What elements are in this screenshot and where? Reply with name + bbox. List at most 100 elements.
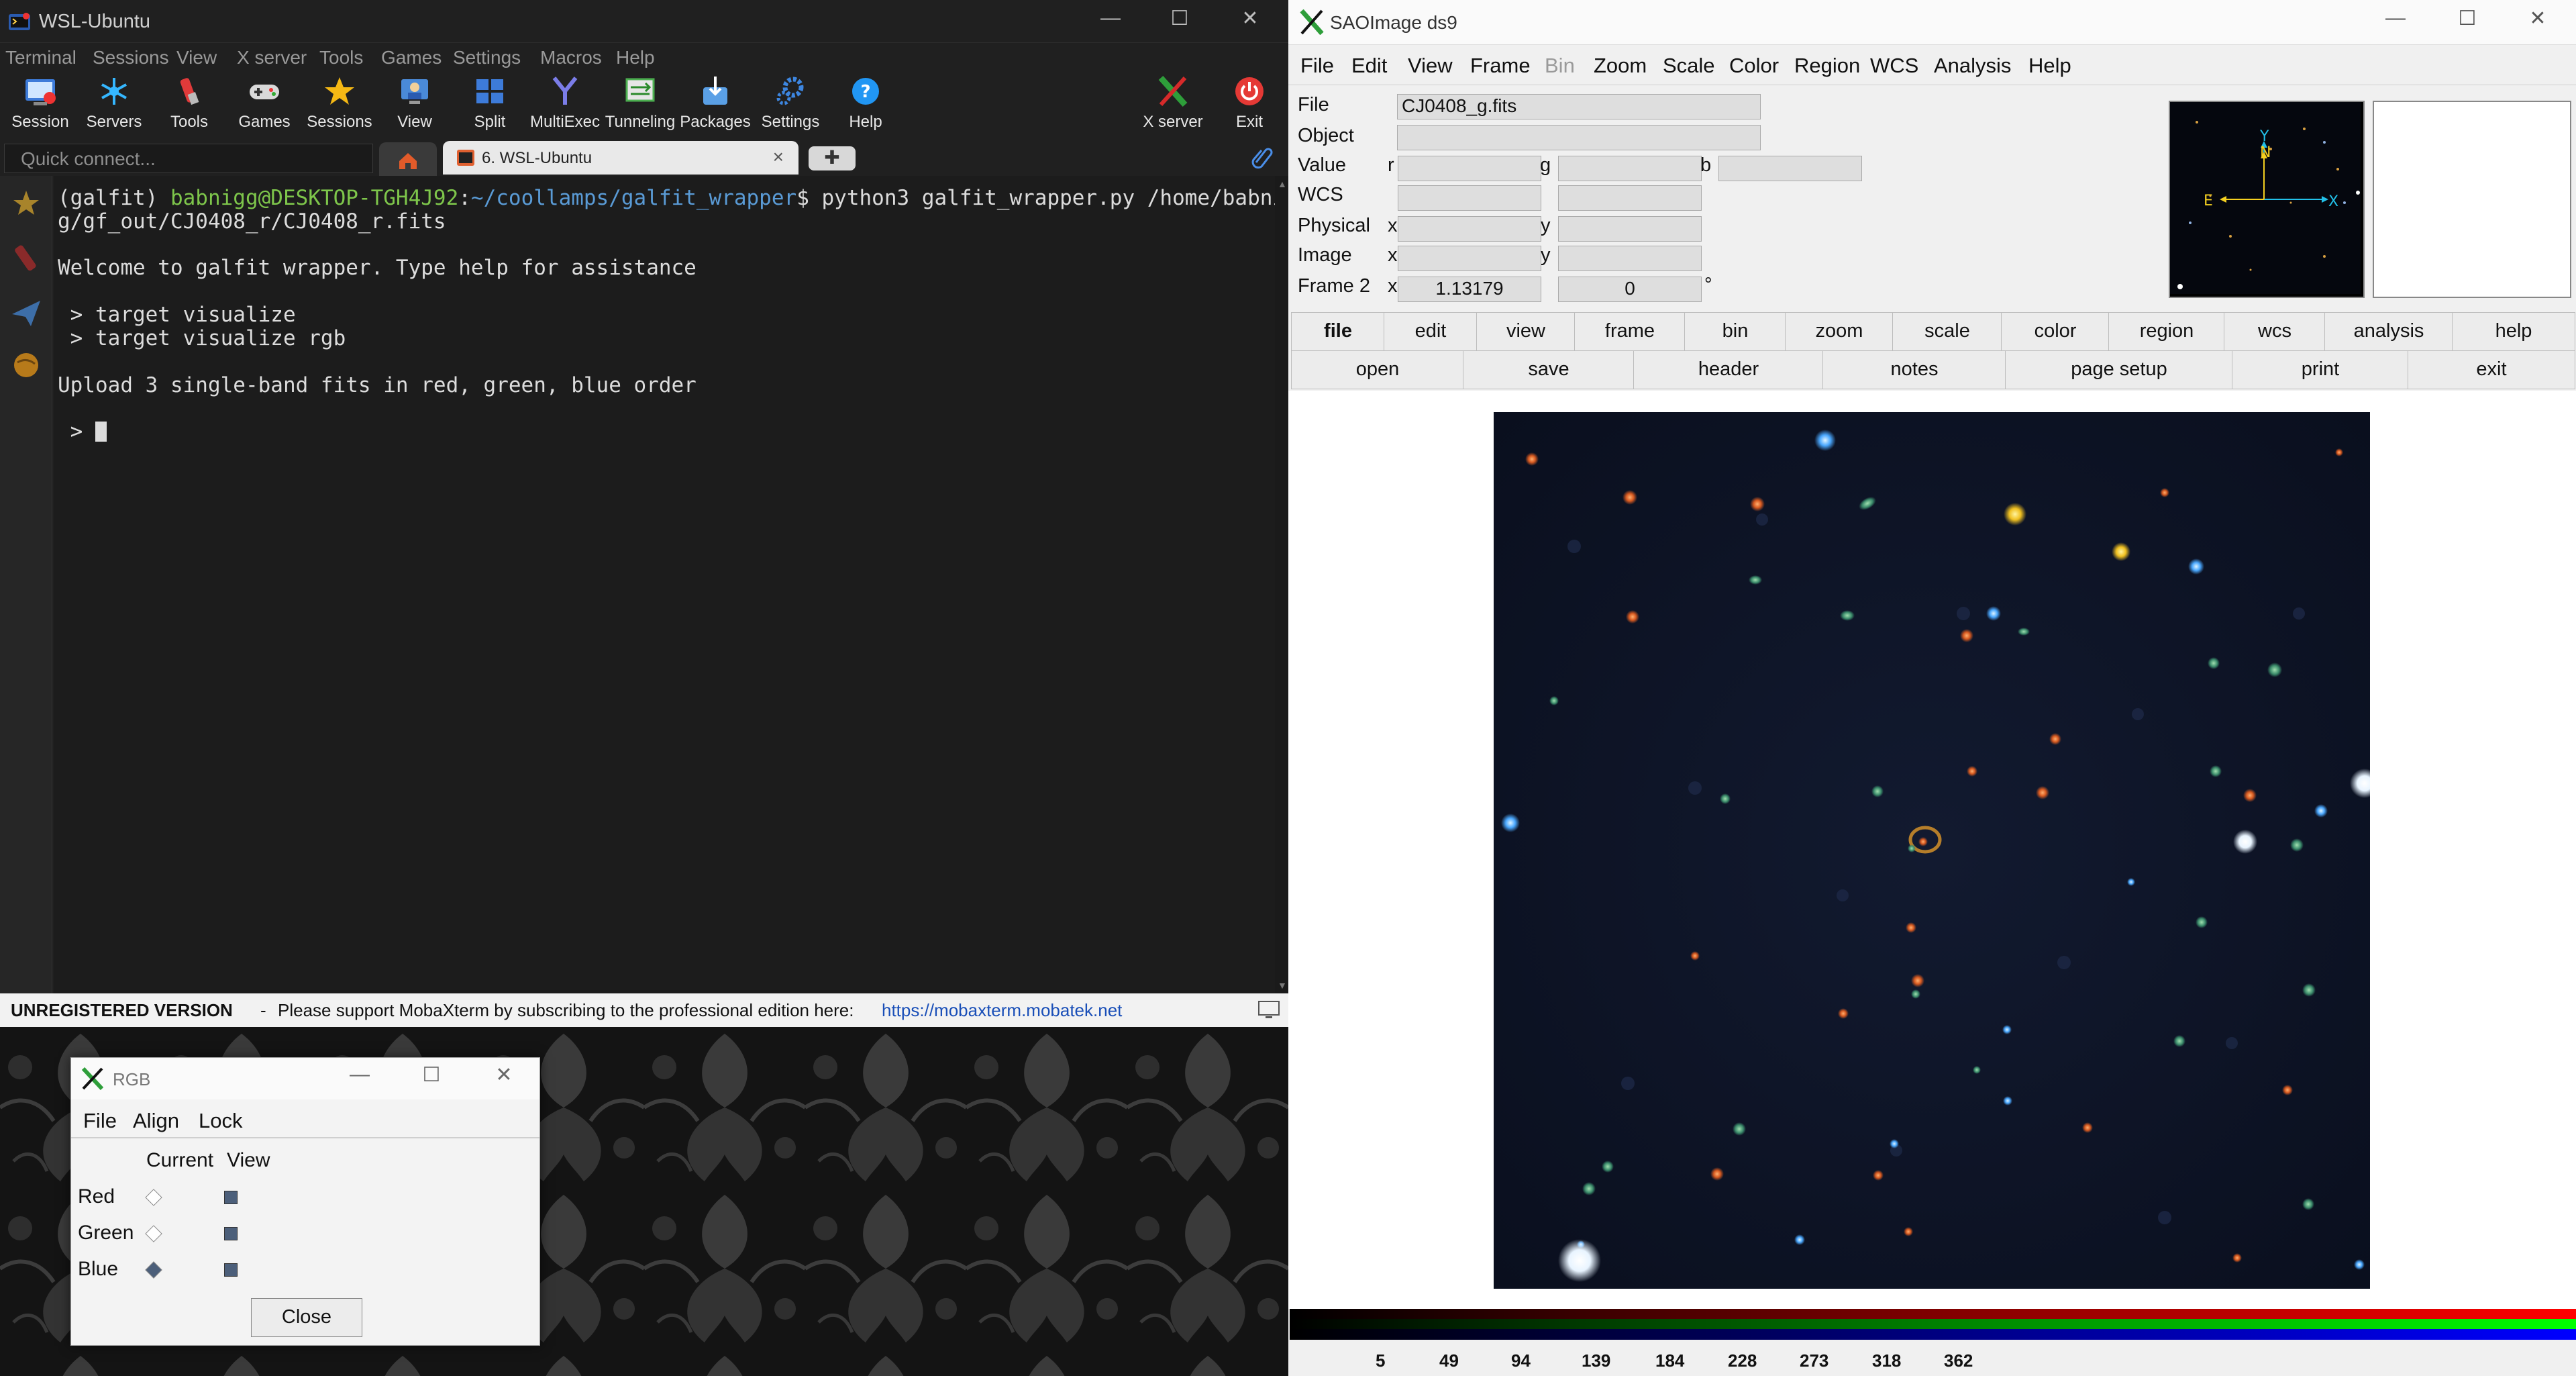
- close-tab-icon[interactable]: ×: [773, 146, 784, 168]
- panner[interactable]: X Y N E: [2169, 101, 2365, 298]
- minimize-icon[interactable]: —: [343, 1063, 376, 1086]
- ds9-titlebar[interactable]: SAOImage ds9 — ☐ ✕: [1288, 0, 2576, 45]
- xserver-button[interactable]: X server: [1135, 72, 1210, 137]
- red-view-check[interactable]: [224, 1191, 238, 1204]
- btn-color[interactable]: color: [2001, 312, 2110, 351]
- btn-print[interactable]: print: [2232, 350, 2409, 389]
- close-icon[interactable]: ✕: [487, 1063, 521, 1087]
- menu-terminal[interactable]: Terminal: [5, 47, 76, 68]
- minimize-icon[interactable]: —: [2375, 7, 2416, 30]
- rgb-menu-lock[interactable]: Lock: [199, 1109, 242, 1133]
- exit-button[interactable]: Exit: [1212, 72, 1287, 137]
- terminal-scrollbar[interactable]: ▲ ▼: [1275, 176, 1288, 993]
- btn-page-setup[interactable]: page setup: [2005, 350, 2233, 389]
- menu-tools[interactable]: Tools: [319, 47, 363, 68]
- ds9-menu-wcs[interactable]: WCS: [1870, 54, 1918, 78]
- servers-button[interactable]: Servers: [76, 72, 152, 137]
- menu-sessions[interactable]: Sessions: [93, 47, 169, 68]
- close-button[interactable]: Close: [251, 1298, 362, 1337]
- close-icon[interactable]: ✕: [1230, 7, 1270, 30]
- sessions-star-icon[interactable]: [4, 183, 48, 226]
- moba-titlebar[interactable]: WSL-Ubuntu — ☐ ✕: [0, 0, 1288, 43]
- ds9-menu-file[interactable]: File: [1300, 54, 1334, 78]
- close-icon[interactable]: ✕: [2518, 7, 2558, 30]
- green-view-check[interactable]: [224, 1227, 238, 1240]
- quick-connect-input[interactable]: Quick connect...: [4, 144, 373, 173]
- rgb-titlebar[interactable]: RGB — ☐ ✕: [71, 1058, 539, 1099]
- btn-help[interactable]: help: [2452, 312, 2575, 351]
- rgb-image[interactable]: [1494, 412, 2370, 1289]
- ds9-menu-analysis[interactable]: Analysis: [1934, 54, 2011, 78]
- paperclip-icon[interactable]: [1248, 144, 1275, 170]
- rgb-title: RGB: [113, 1069, 151, 1089]
- btn-wcs[interactable]: wcs: [2224, 312, 2326, 351]
- tab-label: 6. WSL-Ubuntu: [482, 149, 593, 167]
- btn-frame[interactable]: frame: [1574, 312, 1686, 351]
- settings-button[interactable]: Settings: [753, 72, 828, 137]
- maximize-icon[interactable]: ☐: [1160, 7, 1200, 30]
- ds9-menu-view[interactable]: View: [1408, 54, 1453, 78]
- new-tab-button[interactable]: ✚: [809, 146, 856, 170]
- colorbar[interactable]: [1290, 1309, 2576, 1340]
- value-b-field: [1718, 156, 1862, 181]
- ds9-menu-help[interactable]: Help: [2028, 54, 2071, 78]
- btn-bin[interactable]: bin: [1684, 312, 1786, 351]
- btn-save[interactable]: save: [1463, 350, 1635, 389]
- globe-sidebar-icon[interactable]: [4, 344, 48, 387]
- wcs-field-1: [1398, 185, 1541, 211]
- btn-exit[interactable]: exit: [2408, 350, 2575, 389]
- blue-view-check[interactable]: [224, 1263, 238, 1277]
- tab-wsl-ubuntu[interactable]: 6. WSL-Ubuntu ×: [443, 141, 798, 175]
- ds9-menu-color[interactable]: Color: [1729, 54, 1779, 78]
- rgb-menu-align[interactable]: Align: [133, 1109, 179, 1133]
- menu-macros[interactable]: Macros: [540, 47, 602, 68]
- monitor-icon[interactable]: [1257, 1000, 1280, 1020]
- blue-current-radio[interactable]: [145, 1261, 162, 1279]
- view-button[interactable]: View: [377, 72, 452, 137]
- ds9-menu-edit[interactable]: Edit: [1351, 54, 1387, 78]
- tools-button[interactable]: Tools: [152, 72, 227, 137]
- btn-scale[interactable]: scale: [1892, 312, 2002, 351]
- terminal-area[interactable]: (galfit) babnigg@DESKTOP-TGH4J92:~/cooll…: [54, 176, 1298, 993]
- ds9-menu-bin[interactable]: Bin: [1545, 54, 1575, 78]
- btn-region[interactable]: region: [2108, 312, 2225, 351]
- xserver-icon: [1158, 75, 1188, 107]
- btn-file[interactable]: file: [1291, 312, 1385, 351]
- btn-notes[interactable]: notes: [1822, 350, 2006, 389]
- home-tab[interactable]: [379, 142, 437, 176]
- green-current-radio[interactable]: [145, 1225, 162, 1242]
- ds9-menu-region[interactable]: Region: [1794, 54, 1860, 78]
- btn-open[interactable]: open: [1291, 350, 1464, 389]
- btn-edit[interactable]: edit: [1384, 312, 1478, 351]
- mobaxterm-link[interactable]: https://mobaxterm.mobatek.net: [882, 1000, 1122, 1021]
- packages-button[interactable]: Packages: [678, 72, 753, 137]
- btn-view[interactable]: view: [1476, 312, 1576, 351]
- btn-analysis[interactable]: analysis: [2324, 312, 2453, 351]
- menu-help[interactable]: Help: [616, 47, 655, 68]
- menu-xserver[interactable]: X server: [237, 47, 307, 68]
- maximize-icon[interactable]: ☐: [2447, 7, 2487, 30]
- ds9-menu-zoom[interactable]: Zoom: [1594, 54, 1647, 78]
- minimize-icon[interactable]: —: [1090, 7, 1131, 30]
- help-button[interactable]: ? Help: [828, 72, 903, 137]
- ds9-menu-scale[interactable]: Scale: [1663, 54, 1715, 78]
- red-current-radio[interactable]: [145, 1189, 162, 1206]
- rgb-menu-file[interactable]: File: [83, 1109, 117, 1133]
- tools-sidebar-icon[interactable]: [4, 238, 48, 281]
- send-sidebar-icon[interactable]: [4, 291, 48, 334]
- maximize-icon[interactable]: ☐: [415, 1063, 448, 1087]
- multiexec-button[interactable]: MultiExec: [527, 72, 603, 137]
- tunneling-button[interactable]: Tunneling: [603, 72, 678, 137]
- btn-zoom[interactable]: zoom: [1785, 312, 1894, 351]
- colorbar-tick: 5: [1376, 1350, 1386, 1371]
- split-button[interactable]: Split: [452, 72, 527, 137]
- frame-angle-field: 0: [1558, 277, 1702, 302]
- session-button[interactable]: Session: [3, 72, 78, 137]
- menu-view[interactable]: View: [176, 47, 217, 68]
- ds9-menu-frame[interactable]: Frame: [1470, 54, 1531, 78]
- menu-settings[interactable]: Settings: [453, 47, 521, 68]
- btn-header[interactable]: header: [1633, 350, 1824, 389]
- sessions-button[interactable]: Sessions: [302, 72, 377, 137]
- games-button[interactable]: Games: [227, 72, 302, 137]
- menu-games[interactable]: Games: [381, 47, 442, 68]
